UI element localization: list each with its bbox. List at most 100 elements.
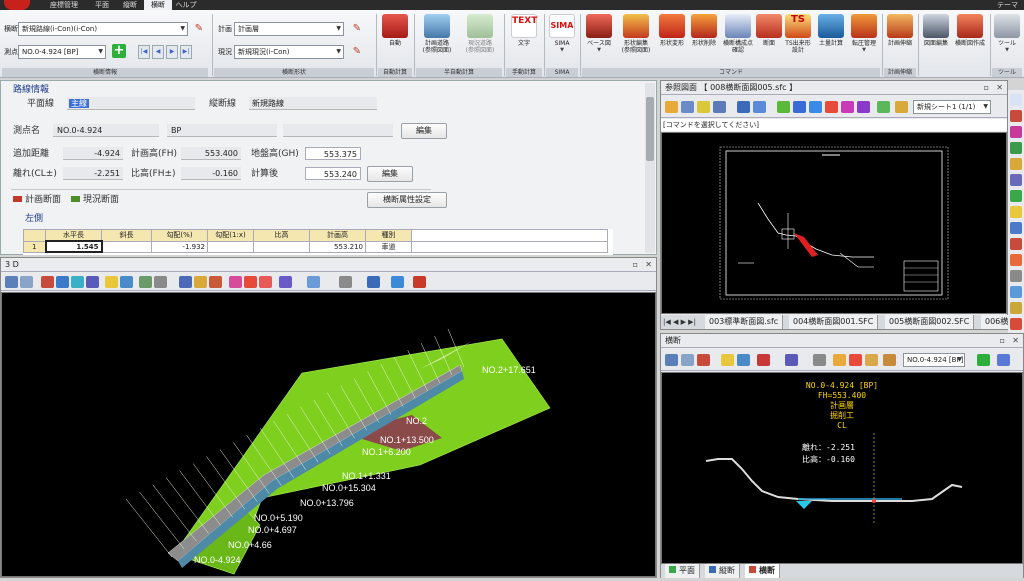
menu-tab-plan[interactable]: 平面 — [88, 0, 116, 10]
tool-shape-transform[interactable]: 形状変形 — [656, 14, 688, 47]
ground-height-input[interactable]: 553.375 — [305, 147, 361, 160]
calc-after-input[interactable]: 553.240 — [305, 167, 361, 180]
pick-icon[interactable] — [737, 354, 750, 366]
tool-compaction[interactable]: 転圧管理 ▼ — [848, 14, 880, 53]
offset-value[interactable]: -2.251 — [63, 167, 123, 180]
plan-height-value[interactable]: 553.400 — [181, 147, 241, 160]
menu-tab-coordinate[interactable]: 座標管理 — [40, 0, 88, 10]
current-layer-pen-icon[interactable]: ✎ — [350, 45, 364, 59]
chart-icon[interactable] — [809, 101, 822, 113]
disk-icon[interactable] — [737, 101, 750, 113]
scale-icon[interactable] — [877, 101, 890, 113]
add-distance-value[interactable]: -4.924 — [63, 147, 123, 160]
mark-icon[interactable] — [883, 354, 896, 366]
fit-icon[interactable] — [697, 354, 710, 366]
print-icon[interactable] — [753, 101, 766, 113]
tool-shape-delete[interactable]: 形状削除 — [688, 14, 720, 47]
side-tool-icon[interactable] — [1010, 190, 1022, 202]
tool-base-drawing[interactable]: ベース図 ▼ — [582, 14, 616, 53]
tool-plan-road[interactable]: 計画道路 (参照図面) — [416, 14, 458, 54]
tool-section[interactable]: 断面 — [756, 14, 782, 47]
sheet-tab[interactable]: 005横断面図002.SFC — [885, 315, 975, 329]
app-logo-icon[interactable] — [4, 0, 30, 10]
reference-viewport[interactable] — [661, 132, 1007, 314]
side-tool-icon[interactable] — [1010, 158, 1022, 170]
export-icon[interactable] — [413, 276, 426, 288]
box-icon[interactable] — [279, 276, 292, 288]
triangle-icon[interactable] — [681, 101, 694, 113]
route-select[interactable]: 新規路線(i-Con)(i-Con) — [18, 22, 188, 36]
plan-toggle-icon[interactable] — [865, 354, 878, 366]
tool-sima[interactable]: SIMA SIMA ▼ — [546, 14, 578, 53]
view-tab-cross[interactable]: 横断 — [745, 564, 780, 578]
side-tool-icon[interactable] — [1010, 206, 1022, 218]
view-top-icon[interactable] — [56, 276, 69, 288]
relative-height-value[interactable]: -0.160 — [181, 167, 241, 180]
first-station-icon[interactable]: |◀ — [138, 45, 150, 59]
side-tool-icon[interactable] — [1010, 238, 1022, 250]
plan-line-field[interactable]: 主線 — [67, 97, 195, 110]
side-tool-icon[interactable] — [1010, 302, 1022, 314]
pane-cross-maximize-icon[interactable]: ▫ — [1000, 334, 1005, 348]
table-row[interactable]: 1 1.545 -1.932 553.210 車道 — [23, 240, 608, 253]
side-tool-icon[interactable] — [1010, 254, 1022, 266]
side-tool-icon[interactable] — [1010, 110, 1022, 122]
view-side-icon[interactable] — [71, 276, 84, 288]
edit-height-button[interactable]: 編集 — [367, 166, 413, 182]
cross-attribute-button[interactable]: 横断属性設定 — [367, 192, 447, 208]
add-icon[interactable] — [977, 354, 990, 366]
side-tool-icon[interactable] — [1010, 126, 1022, 138]
plan-layer-pen-icon[interactable]: ✎ — [350, 22, 364, 36]
save-icon[interactable] — [713, 101, 726, 113]
add-station-icon[interactable]: + — [112, 44, 126, 58]
station-select[interactable]: NO.0-4.924 [BP] — [18, 45, 106, 59]
next-icon[interactable] — [997, 354, 1010, 366]
station-name-field[interactable]: NO.0-4.924 — [53, 124, 159, 137]
side-tool-icon[interactable] — [1010, 142, 1022, 154]
cross-section-viewport[interactable]: NO.0-4.924 [BP] FH=553.400 計画層 掘削工 CL 離れ… — [661, 372, 1023, 564]
menu-tab-profile[interactable]: 縦断 — [116, 0, 144, 10]
tab-plan-section[interactable]: 計画断面 — [13, 193, 61, 207]
save-icon[interactable] — [5, 276, 18, 288]
light-icon[interactable] — [721, 354, 734, 366]
tool-plan-stretch[interactable]: 計画伸縮 — [884, 14, 916, 47]
last-station-icon[interactable]: ▶| — [180, 45, 192, 59]
grid-toggle-icon[interactable] — [154, 276, 167, 288]
tool-tool[interactable]: ツール ▼ — [992, 14, 1022, 53]
zoom-icon[interactable] — [20, 276, 33, 288]
sheet-nav-icons[interactable]: |◀ ◀ ▶ ▶| — [663, 316, 696, 328]
rotate-icon[interactable] — [120, 276, 133, 288]
theme-menu[interactable]: テーマ — [997, 0, 1018, 10]
tool-cross-point-check[interactable]: 横断構成点 確認 — [720, 14, 756, 54]
grid-icon[interactable] — [793, 101, 806, 113]
tool-text[interactable]: TEXT 文字 — [506, 14, 542, 47]
surface-icon[interactable] — [209, 276, 222, 288]
color-icon[interactable] — [229, 276, 242, 288]
prev-station-icon[interactable]: ◀ — [152, 45, 164, 59]
tool-cross-drawing[interactable]: 横断図作成 — [952, 14, 988, 47]
tool-shape-edit[interactable]: 形状編集 (参照図面) — [616, 14, 656, 54]
texture-icon[interactable] — [194, 276, 207, 288]
link-icon[interactable] — [857, 101, 870, 113]
side-tool-icon[interactable] — [1010, 318, 1022, 330]
layer-icon[interactable] — [179, 276, 192, 288]
pane-3d-close-icon[interactable]: ✕ — [645, 258, 652, 272]
profile-line-field[interactable]: 新規路線 — [249, 97, 377, 110]
current-layer-select[interactable]: 新規現況(i-Con) — [234, 45, 344, 59]
tool-current-road[interactable]: 現況道路 (参照図面) — [458, 14, 502, 54]
view-front-icon[interactable] — [41, 276, 54, 288]
tool-auto[interactable]: 自動 — [378, 14, 412, 47]
tool-earthwork[interactable]: 土量計算 — [814, 14, 848, 47]
slope-icon[interactable] — [785, 354, 798, 366]
sheet-select[interactable]: 新規シート1 (1/1) — [913, 100, 991, 114]
scale-x-icon[interactable] — [139, 276, 152, 288]
cross-icon[interactable] — [825, 101, 838, 113]
pane-3d-maximize-icon[interactable]: ▫ — [633, 258, 638, 272]
layer-green-icon[interactable] — [777, 101, 790, 113]
sheet-tab[interactable]: 004横断面図001.SFC — [789, 315, 879, 329]
sheet-tab[interactable]: 003標準断面図.sfc — [705, 315, 784, 329]
tool-drawing-edit[interactable]: 図面編集 — [920, 14, 952, 47]
section-toggle-icon[interactable] — [833, 354, 846, 366]
pane-reference-maximize-icon[interactable]: ▫ — [984, 81, 989, 95]
station-extra-field[interactable] — [283, 124, 393, 137]
